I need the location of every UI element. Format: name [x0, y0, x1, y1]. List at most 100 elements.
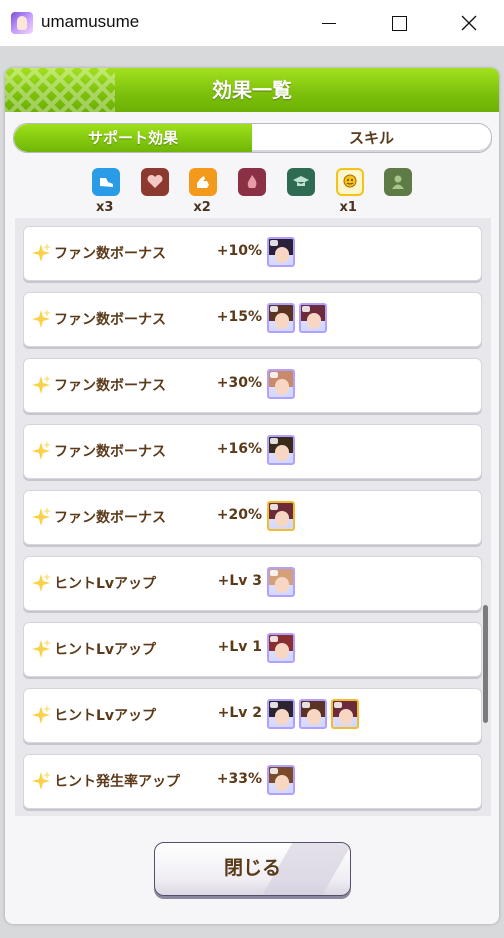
tab-skills[interactable]: スキル	[252, 124, 491, 152]
effect-name: ファン数ボーナス	[54, 444, 166, 460]
effect-name: ヒント発生率アップ	[54, 774, 180, 790]
card-face	[275, 445, 289, 461]
effect-name: ファン数ボーナス	[54, 312, 166, 328]
effects-list[interactable]: ファン数ボーナス +10% ファン数ボーナス +15% ファン数ボーナス +30% ファン数…	[15, 218, 491, 816]
support-card-thumbnail[interactable]	[267, 567, 295, 597]
card-face	[275, 313, 289, 329]
card-badge	[270, 702, 278, 708]
support-card-thumbnail[interactable]	[267, 303, 295, 333]
card-badge	[270, 768, 278, 774]
window-title: umamusume	[41, 12, 140, 31]
list-item[interactable]: ヒントLvアップ +Lv 2	[23, 688, 482, 743]
guts-flame-icon	[247, 175, 257, 188]
friend-smile-icon	[343, 174, 356, 188]
card-list	[267, 765, 295, 797]
card-face	[275, 577, 289, 593]
effect-name: ヒントLvアップ	[54, 642, 157, 658]
card-list	[267, 435, 295, 467]
support-card-thumbnail[interactable]	[267, 237, 295, 267]
support-card-thumbnail[interactable]	[267, 369, 295, 399]
card-badge	[270, 372, 278, 378]
support-card-thumbnail[interactable]	[267, 765, 295, 795]
card-face	[275, 643, 289, 659]
support-card-thumbnail[interactable]	[267, 699, 295, 729]
tab-bar: サポート効果 スキル	[13, 123, 492, 153]
card-list	[267, 369, 295, 401]
card-face	[307, 313, 321, 329]
effect-value: +10%	[216, 243, 262, 259]
tab-support-effects[interactable]: サポート効果	[14, 124, 252, 152]
card-badge	[334, 702, 342, 708]
close-button-label: 閉じる	[223, 857, 281, 879]
effect-name: ヒントLvアップ	[54, 576, 157, 592]
friend-smile-type-button[interactable]	[335, 168, 364, 196]
list-item[interactable]: ヒントLvアップ +Lv 3	[23, 556, 482, 611]
effect-value: +15%	[216, 309, 262, 325]
list-item[interactable]: ファン数ボーナス +10%	[23, 226, 482, 281]
card-list	[267, 699, 359, 731]
sparkle-icon	[32, 705, 51, 724]
card-list	[267, 303, 327, 335]
list-item[interactable]: ヒントLvアップ +Lv 1	[23, 622, 482, 677]
card-face	[275, 775, 289, 791]
sparkle-icon	[32, 441, 51, 460]
card-badge	[270, 240, 278, 246]
maximize-button[interactable]	[370, 0, 428, 46]
effect-name: ファン数ボーナス	[54, 510, 166, 526]
support-card-thumbnail[interactable]	[299, 699, 327, 729]
card-badge	[302, 702, 310, 708]
sparkle-icon	[32, 573, 51, 592]
list-item[interactable]: ファン数ボーナス +16%	[23, 424, 482, 479]
group-icon	[392, 175, 405, 189]
list-item[interactable]: ファン数ボーナス +20%	[23, 490, 482, 545]
close-button[interactable]: 閉じる	[154, 842, 351, 896]
speed-shoe-type-button[interactable]	[92, 168, 120, 196]
card-face	[275, 379, 289, 395]
sparkle-icon	[32, 375, 51, 394]
support-card-thumbnail[interactable]	[267, 633, 295, 663]
stamina-heart-type-button[interactable]	[140, 168, 169, 196]
dialog-title: 効果一覧	[212, 78, 292, 102]
card-list	[267, 237, 295, 269]
sparkle-icon	[32, 507, 51, 526]
power-arm-type-button[interactable]	[189, 168, 218, 196]
card-list	[267, 501, 295, 533]
maximize-icon	[391, 15, 407, 31]
effect-value: +33%	[216, 771, 262, 787]
support-card-thumbnail[interactable]	[299, 303, 327, 333]
scrollbar-thumb[interactable]	[483, 605, 488, 723]
card-face	[275, 709, 289, 725]
wisdom-cap-type-button[interactable]	[286, 168, 315, 196]
support-card-thumbnail[interactable]	[331, 699, 359, 729]
card-face	[339, 709, 353, 725]
type-count: x1	[339, 200, 357, 215]
group-type-button[interactable]	[384, 168, 413, 196]
card-list	[267, 633, 295, 665]
card-face	[275, 511, 289, 527]
support-card-thumbnail[interactable]	[267, 435, 295, 465]
effect-value: +16%	[216, 441, 262, 457]
list-item[interactable]: ファン数ボーナス +15%	[23, 292, 482, 347]
effect-value: +20%	[216, 507, 262, 523]
window-titlebar: umamusume	[0, 0, 504, 46]
guts-flame-type-button[interactable]	[238, 168, 267, 196]
card-badge	[270, 504, 278, 510]
card-face	[307, 709, 321, 725]
sparkle-icon	[32, 639, 51, 658]
dialog-header: 効果一覧	[5, 68, 499, 112]
effect-value: +30%	[216, 375, 262, 391]
effect-value: +Lv 3	[217, 573, 262, 589]
minimize-button[interactable]	[300, 0, 358, 46]
card-face	[275, 247, 289, 263]
wisdom-cap-icon	[292, 176, 309, 186]
effects-dialog: 効果一覧 サポート効果 スキル x3 x2 x1 ファン数ボーナス +10% ファン数ボ…	[5, 68, 499, 924]
list-item[interactable]: ファン数ボーナス +30%	[23, 358, 482, 413]
power-arm-icon	[197, 176, 210, 188]
close-window-button[interactable]	[440, 0, 498, 46]
effect-value: +Lv 2	[217, 705, 262, 721]
list-item[interactable]: ヒント発生率アップ +33%	[23, 754, 482, 809]
type-count: x2	[193, 200, 211, 215]
effect-name: ヒントLvアップ	[54, 708, 157, 724]
type-count: x3	[96, 200, 114, 215]
support-card-thumbnail[interactable]	[267, 501, 295, 531]
